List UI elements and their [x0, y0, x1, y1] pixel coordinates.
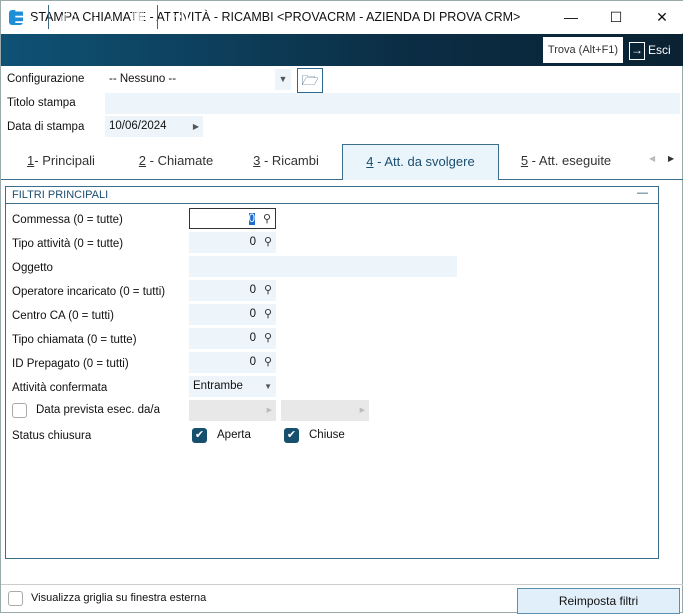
chevron-right-icon: ▶ [359, 407, 365, 414]
tipo-chiamata-input[interactable]: 0 ⚲ [189, 328, 276, 349]
aperta-checkbox[interactable]: ✔ [192, 428, 207, 443]
oggetto-label: Oggetto [12, 262, 53, 274]
chevron-right-icon: ▶ [266, 407, 272, 414]
tab-scroll-left-icon[interactable]: ◀ [649, 154, 655, 163]
search-icon[interactable]: ⚲ [263, 209, 271, 230]
print-icon[interactable]: ⎙ [56, 5, 82, 29]
separator [48, 5, 49, 29]
commessa-label: Commessa (0 = tutte) [12, 214, 123, 226]
exit-button[interactable]: → Esci [629, 37, 671, 63]
tab-chiamate[interactable]: 2 - Chiamate [121, 144, 231, 179]
maximize-button[interactable]: ☐ [601, 7, 631, 29]
minimize-button[interactable]: — [556, 7, 586, 29]
config-label: Configurazione [7, 73, 85, 85]
filters-panel: FILTRI PRINCIPALI — Commessa (0 = tutte) … [5, 186, 659, 559]
tab-ricambi[interactable]: 3 - Ricambi [236, 144, 336, 179]
exit-label: Esci [648, 43, 671, 57]
oggetto-input[interactable] [189, 256, 457, 277]
search-icon[interactable]: ⚲ [264, 352, 272, 373]
tab-principali[interactable]: 1- Principali [11, 144, 111, 179]
search-icon[interactable]: ⚲ [264, 232, 272, 253]
grid-icon[interactable]: ▦ [125, 5, 151, 29]
config-select[interactable]: -- Nessuno -- ▼ [105, 69, 291, 90]
id-prepagato-label: ID Prepagato (0 = tutti) [12, 358, 129, 370]
operatore-input[interactable]: 0 ⚲ [189, 280, 276, 301]
centro-ca-input[interactable]: 0 ⚲ [189, 304, 276, 325]
data-da-input[interactable]: ▶ [189, 400, 276, 421]
id-prepagato-input[interactable]: 0 ⚲ [189, 352, 276, 373]
footer-divider [1, 584, 683, 585]
tab-att-eseguite[interactable]: 5 - Att. eseguite [506, 144, 626, 179]
status-label: Status chiusura [12, 430, 92, 442]
aperta-label: Aperta [217, 429, 251, 441]
close-button[interactable]: ✕ [647, 7, 677, 29]
data-prevista-checkbox[interactable] [12, 403, 27, 418]
search-icon[interactable]: ⚲ [264, 328, 272, 349]
search-icon[interactable]: ⚲ [264, 280, 272, 301]
search-button[interactable]: Trova (Alt+F1) [543, 37, 623, 63]
data-prevista-label: Data prevista esec. da/a [36, 404, 161, 416]
centro-ca-label: Centro CA (0 = tutti) [12, 310, 114, 322]
operatore-label: Operatore incaricato (0 = tutti) [12, 286, 166, 298]
chevron-down-icon: ▼ [275, 69, 291, 90]
chevron-right-icon: ▶ [192, 122, 199, 131]
menu-icon[interactable]: ☰▾ [9, 5, 39, 29]
date-input[interactable]: 10/06/2024 ▶ [105, 116, 203, 137]
external-grid-label: Visualizza griglia su finestra esterna [31, 592, 207, 604]
folder-open-icon[interactable]: 🗁 [297, 68, 323, 93]
tab-att-da-svolgere[interactable]: 4 - Att. da svolgere [342, 144, 499, 180]
data-a-input[interactable]: ▶ [281, 400, 369, 421]
date-label: Data di stampa [7, 121, 85, 133]
collapse-icon[interactable]: — [637, 187, 648, 199]
panel-header: FILTRI PRINCIPALI — [6, 187, 658, 204]
tab-scroll-right-icon[interactable]: ▶ [668, 154, 674, 163]
tipo-chiamata-label: Tipo chiamata (0 = tutte) [12, 334, 137, 346]
monitor-icon[interactable]: 🖵 [90, 5, 116, 29]
confermata-label: Attività confermata [12, 382, 108, 394]
reset-filters-button[interactable]: Reimposta filtri [517, 588, 680, 614]
tipo-attivita-input[interactable]: 0 ⚲ [189, 232, 276, 253]
tipo-attivita-label: Tipo attività (0 = tutte) [12, 238, 124, 250]
search-icon[interactable]: ⚲ [264, 304, 272, 325]
separator [157, 5, 158, 29]
exit-icon: → [629, 42, 645, 60]
chiuse-checkbox[interactable]: ✔ [284, 428, 299, 443]
title-label: Titolo stampa [7, 97, 76, 109]
chiuse-label: Chiuse [309, 429, 345, 441]
title-input[interactable] [105, 93, 680, 114]
chevron-down-icon: ▼ [264, 382, 272, 391]
commessa-input[interactable]: 0 ⚲ [189, 208, 276, 229]
help-icon[interactable]: ? [165, 5, 191, 29]
confermata-select[interactable]: Entrambe ▼ [189, 376, 276, 397]
external-grid-checkbox[interactable] [8, 591, 23, 606]
